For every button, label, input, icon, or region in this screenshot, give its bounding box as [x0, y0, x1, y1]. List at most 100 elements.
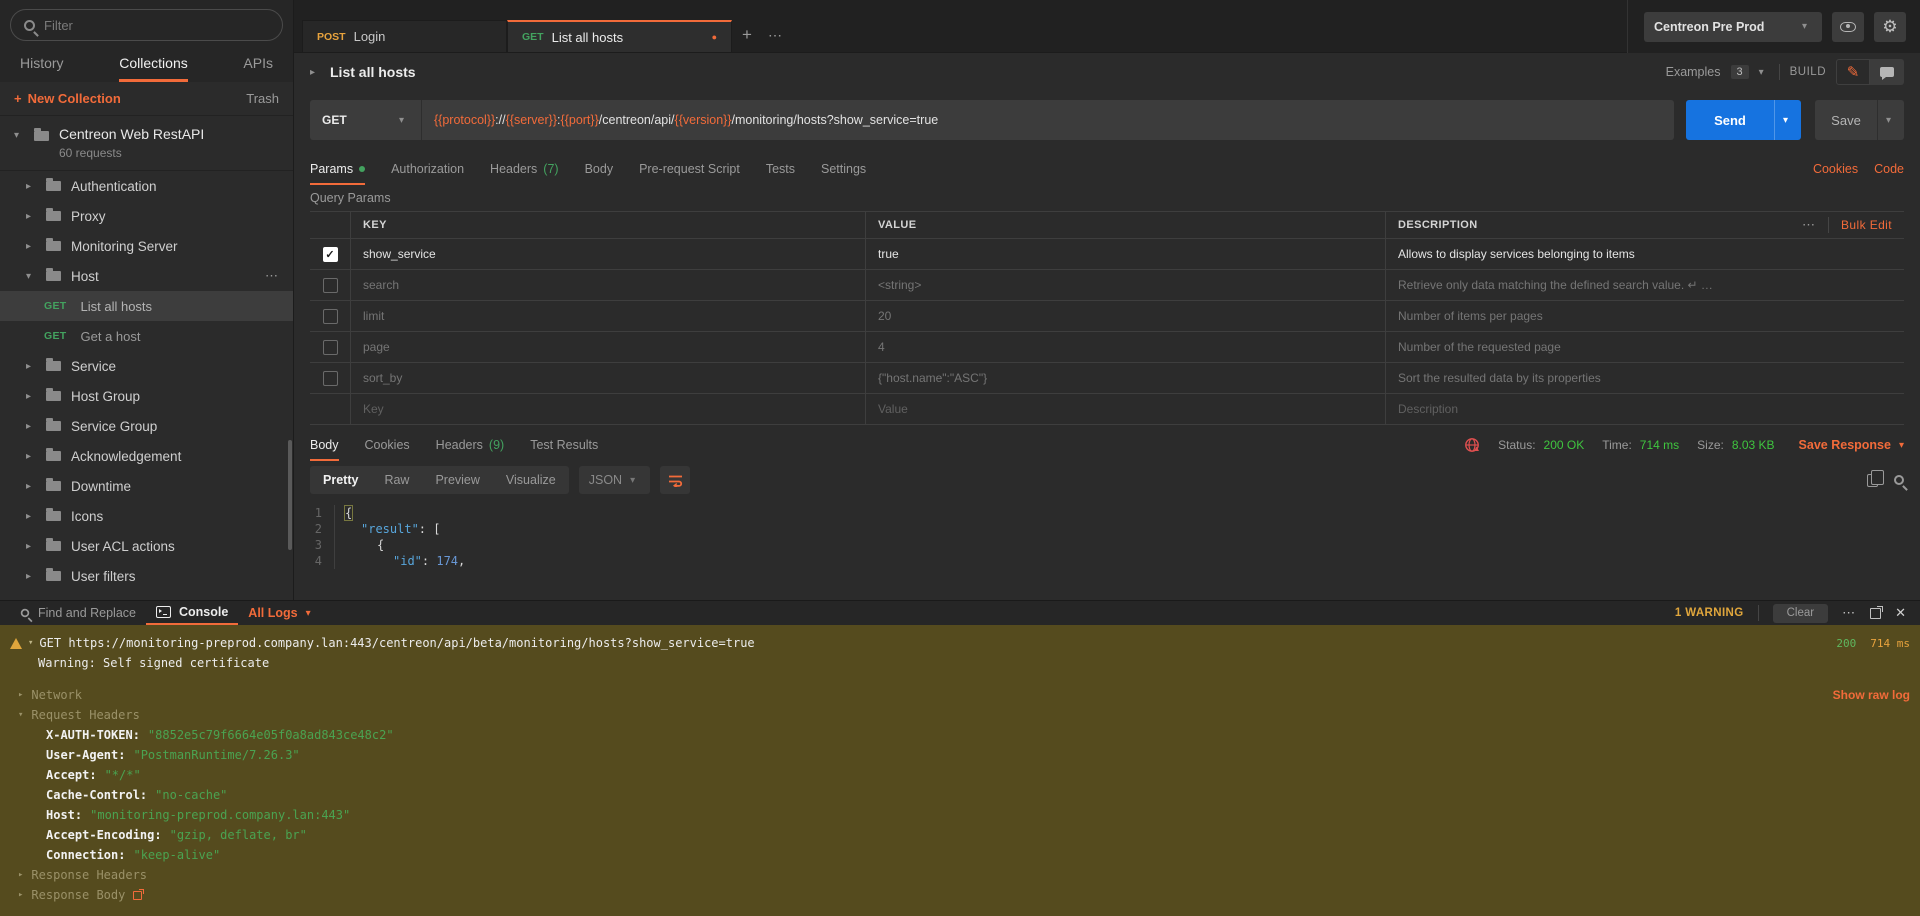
sidebar-folder-downtime[interactable]: ▸ Downtime — [0, 471, 293, 501]
view-raw[interactable]: Raw — [371, 466, 422, 494]
sidebar-folder-user-acl-actions[interactable]: ▸ User ACL actions — [0, 531, 293, 561]
bulk-edit-link[interactable]: Bulk Edit — [1841, 218, 1892, 232]
url-input[interactable]: {{protocol}} :// {{server}} : {{port}} /… — [422, 100, 1674, 140]
save-button[interactable]: Save — [1815, 100, 1877, 140]
console-request-headers-section[interactable]: ▾ Request Headers — [0, 705, 1920, 725]
send-button[interactable]: Send — [1686, 100, 1774, 140]
environment-quick-look-button[interactable] — [1832, 12, 1864, 42]
search-response-icon[interactable] — [1894, 475, 1904, 485]
tab-headers[interactable]: Headers (7) — [490, 162, 559, 185]
send-options-button[interactable]: ▾ — [1774, 100, 1801, 140]
param-key[interactable]: show_service — [350, 239, 865, 269]
format-selector[interactable]: JSON ▾ — [579, 466, 650, 494]
param-value[interactable]: 20 — [865, 301, 1385, 331]
console-tab[interactable]: Console — [146, 601, 238, 625]
cookies-link[interactable]: Cookies — [1813, 162, 1858, 176]
examples-dropdown[interactable]: Examples — [1666, 65, 1721, 79]
sidebar-folder-user-filters[interactable]: ▸ User filters — [0, 561, 293, 591]
new-tab-button[interactable]: + — [732, 20, 762, 52]
tab-settings[interactable]: Settings — [821, 162, 866, 185]
method-selector[interactable]: GET ▾ — [310, 100, 422, 140]
chevron-down-icon[interactable]: ▾ — [1759, 67, 1769, 78]
close-console-icon[interactable]: ✕ — [1895, 605, 1906, 621]
sidebar-folder-icons[interactable]: ▸ Icons — [0, 501, 293, 531]
clear-console-button[interactable]: Clear — [1773, 604, 1828, 623]
tab-collections[interactable]: Collections — [119, 55, 187, 82]
tab-params[interactable]: Params — [310, 162, 365, 185]
sidebar-folder-service-group[interactable]: ▸ Service Group — [0, 411, 293, 441]
checkbox-unchecked[interactable] — [323, 309, 338, 324]
sidebar-folder-host-group[interactable]: ▸ Host Group — [0, 381, 293, 411]
environment-selector[interactable]: Centreon Pre Prod ▾ — [1644, 12, 1822, 42]
view-pretty[interactable]: Pretty — [310, 466, 371, 494]
save-options-button[interactable]: ▾ — [1877, 100, 1904, 140]
param-value[interactable]: 4 — [865, 332, 1385, 362]
show-raw-log-link[interactable]: Show raw log — [1833, 688, 1910, 702]
filter-input[interactable]: Filter — [10, 9, 283, 41]
tab-test-results[interactable]: Test Results — [530, 438, 598, 461]
find-and-replace-button[interactable]: Find and Replace — [10, 601, 146, 625]
sidebar-folder-proxy[interactable]: ▸ Proxy — [0, 201, 293, 231]
checkbox-unchecked[interactable] — [323, 340, 338, 355]
param-key-placeholder[interactable]: Key — [350, 394, 865, 424]
param-key[interactable]: limit — [350, 301, 865, 331]
tab-authorization[interactable]: Authorization — [391, 162, 464, 185]
tab-options-icon[interactable]: ⋯ — [762, 20, 789, 52]
chevron-down-icon[interactable]: ▾ — [1899, 440, 1904, 451]
sidebar-request-get-a-host[interactable]: GET Get a host — [0, 321, 293, 351]
tab-response-headers[interactable]: Headers (9) — [436, 438, 505, 461]
table-options-icon[interactable]: ⋯ — [1802, 217, 1816, 233]
open-in-new-window-icon[interactable] — [1870, 608, 1881, 619]
save-response-button[interactable]: Save Response — [1799, 438, 1891, 452]
tab-tests[interactable]: Tests — [766, 162, 795, 185]
folder-menu-icon[interactable]: ⋯ — [265, 268, 279, 284]
console-request-line[interactable]: ▾ GET https://monitoring-preprod.company… — [0, 633, 1920, 653]
console-network-section[interactable]: ▸ Network Show raw log — [0, 685, 1920, 705]
log-filter-dropdown[interactable]: All Logs ▾ — [238, 601, 320, 625]
param-value[interactable]: true — [865, 239, 1385, 269]
response-body-viewer[interactable]: 1 { 2 "result": [ 3 { 4 "id": 174, — [294, 499, 1920, 569]
param-description[interactable]: Allows to display services belonging to … — [1385, 239, 1904, 269]
param-description[interactable]: Number of items per pages — [1385, 301, 1904, 331]
param-description-placeholder[interactable]: Description — [1385, 394, 1904, 424]
sidebar-scrollbar[interactable] — [288, 440, 292, 550]
view-preview[interactable]: Preview — [422, 466, 492, 494]
param-description[interactable]: Retrieve only data matching the defined … — [1385, 270, 1904, 300]
tab-response-body[interactable]: Body — [310, 438, 339, 461]
comments-button[interactable] — [1870, 59, 1904, 85]
checkbox-unchecked[interactable] — [323, 371, 338, 386]
view-visualize[interactable]: Visualize — [493, 466, 569, 494]
param-value[interactable]: <string> — [865, 270, 1385, 300]
console-response-headers-section[interactable]: ▸ Response Headers — [0, 865, 1920, 885]
tab-body[interactable]: Body — [585, 162, 614, 185]
console-options-icon[interactable]: ⋯ — [1842, 605, 1856, 621]
collection-root[interactable]: ▾ Centreon Web RestAPI 60 requests — [0, 116, 293, 171]
settings-button[interactable]: ⚙ — [1874, 12, 1906, 42]
checkbox-checked[interactable]: ✓ — [323, 247, 338, 262]
sidebar-folder-authentication[interactable]: ▸ Authentication — [0, 171, 293, 201]
param-key[interactable]: page — [350, 332, 865, 362]
external-link-icon[interactable] — [133, 891, 142, 900]
copy-icon[interactable] — [1867, 474, 1878, 487]
param-description[interactable]: Sort the resulted data by its properties — [1385, 363, 1904, 393]
param-value-placeholder[interactable]: Value — [865, 394, 1385, 424]
tab-list-all-hosts[interactable]: GET List all hosts ● — [507, 20, 732, 52]
sidebar-folder-acknowledgement[interactable]: ▸ Acknowledgement — [0, 441, 293, 471]
sidebar-folder-monitoring-server[interactable]: ▸ Monitoring Server — [0, 231, 293, 261]
sidebar-folder-host[interactable]: ▾ Host ⋯ — [0, 261, 293, 291]
ssl-warning-globe-icon[interactable] — [1464, 437, 1480, 453]
param-key[interactable]: sort_by — [350, 363, 865, 393]
caret-right-icon[interactable]: ▸ — [310, 67, 320, 78]
caret-down-icon[interactable]: ▾ — [14, 130, 24, 160]
console-response-body-section[interactable]: ▸ Response Body — [0, 885, 1920, 905]
tab-response-cookies[interactable]: Cookies — [365, 438, 410, 461]
sidebar-request-list-all-hosts[interactable]: GET List all hosts — [0, 291, 293, 321]
tab-history[interactable]: History — [20, 55, 64, 82]
param-value[interactable]: {"host.name":"ASC"} — [865, 363, 1385, 393]
tab-pre-request-script[interactable]: Pre-request Script — [639, 162, 740, 185]
param-description[interactable]: Number of the requested page — [1385, 332, 1904, 362]
param-key[interactable]: search — [350, 270, 865, 300]
new-collection-button[interactable]: + New Collection — [14, 91, 121, 106]
trash-button[interactable]: Trash — [246, 91, 279, 106]
edit-mode-button[interactable]: ✎ — [1836, 59, 1870, 85]
